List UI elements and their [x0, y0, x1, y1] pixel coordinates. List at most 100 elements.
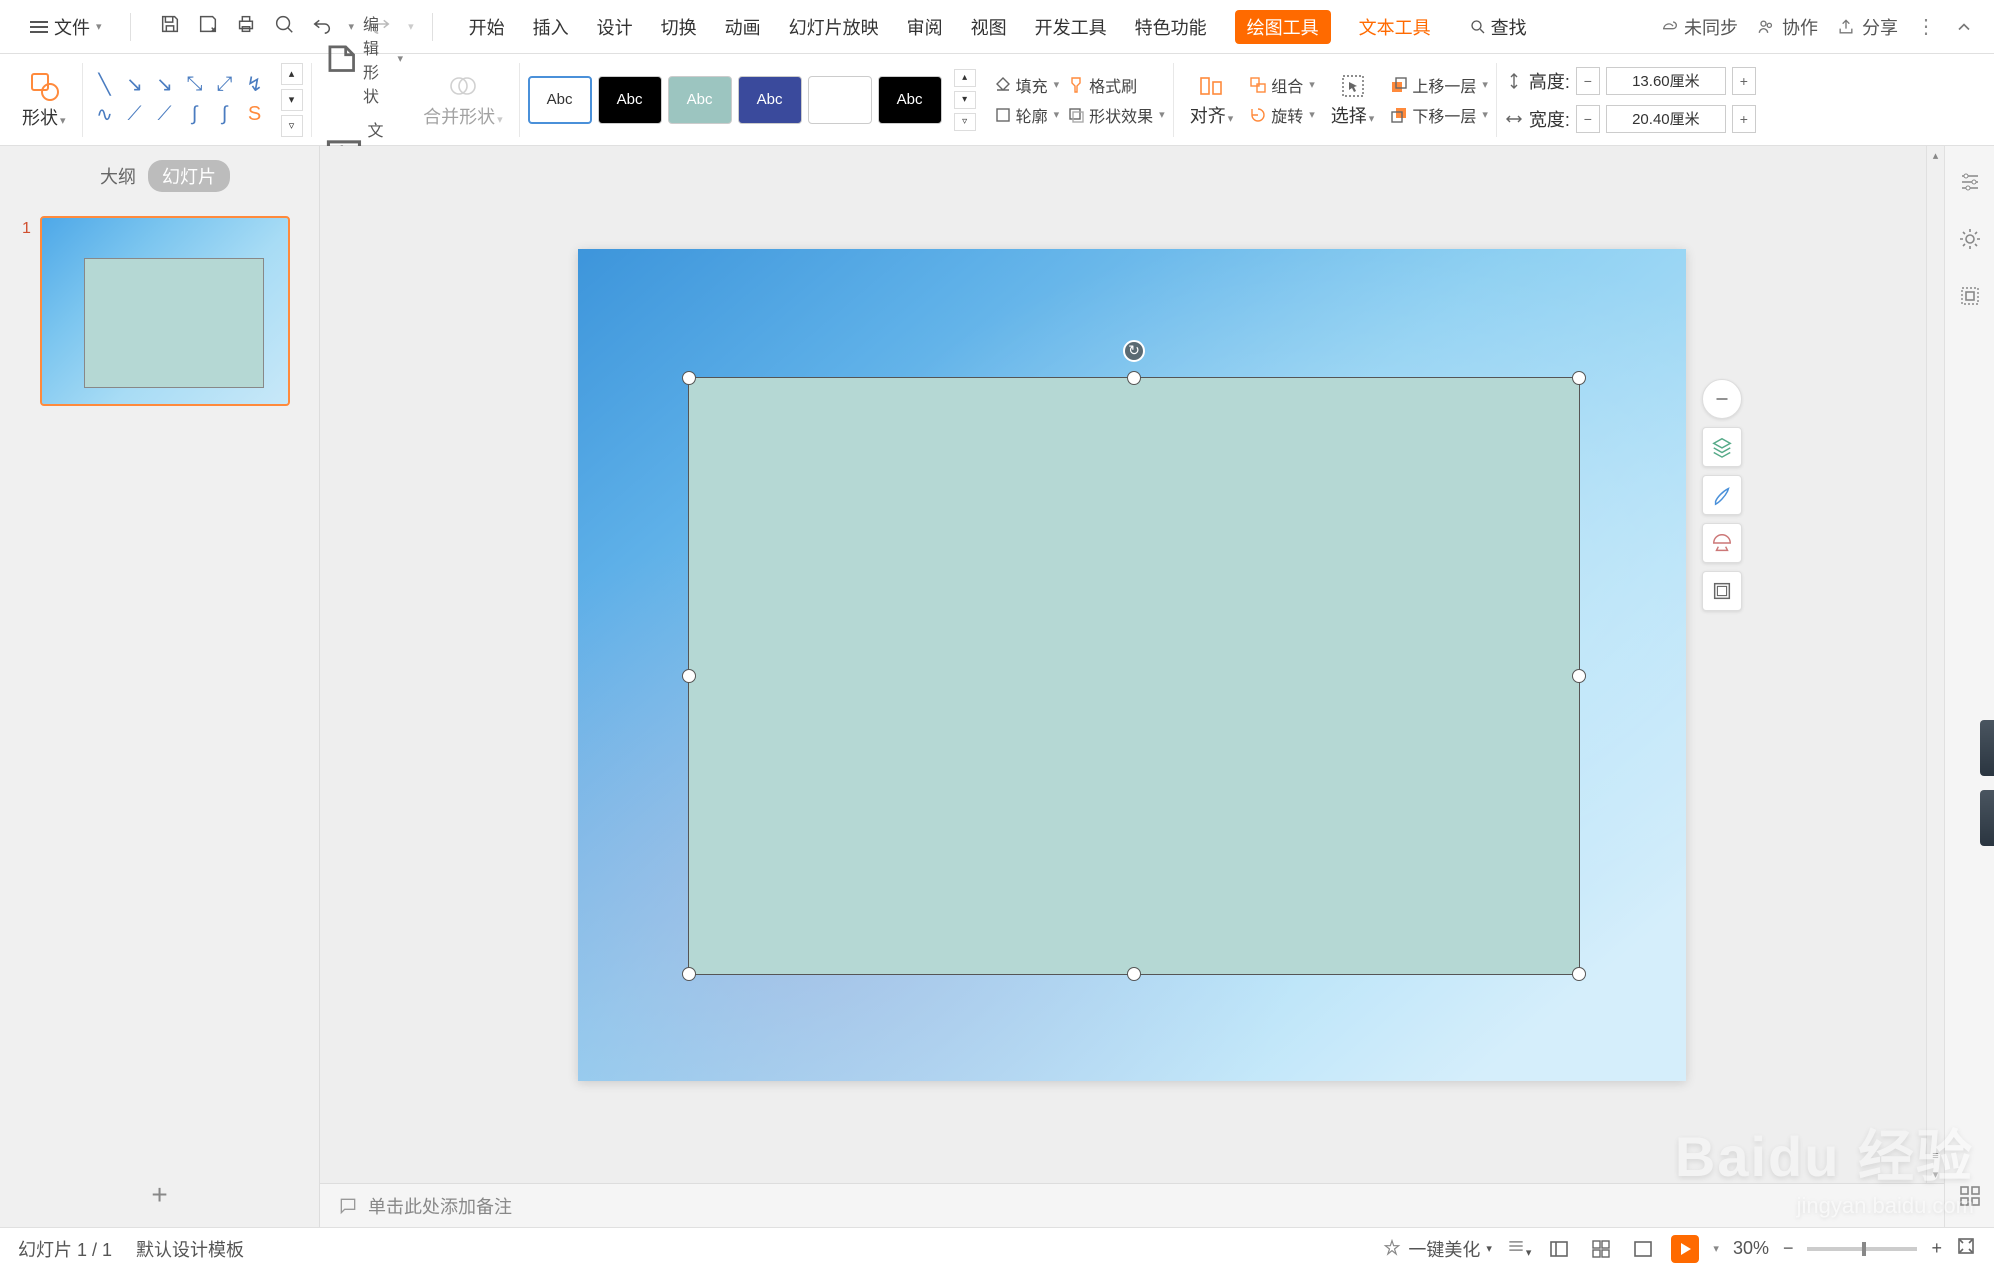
scroll-up-icon[interactable]: ▴ [1927, 146, 1944, 164]
scroll-down-icon[interactable]: ▾ [1927, 1165, 1944, 1183]
resize-handle-l[interactable] [682, 669, 696, 683]
lines-gallery[interactable]: ╲↘↘⤡⤢↯ ∿⟋⟋∫∫S [91, 71, 269, 129]
float-image-icon[interactable] [1702, 571, 1742, 611]
style-up-icon[interactable]: ▴ [954, 69, 976, 87]
view-reading-icon[interactable] [1629, 1235, 1657, 1263]
tab-features[interactable]: 特色功能 [1135, 14, 1207, 40]
float-layers-icon[interactable] [1702, 427, 1742, 467]
scroll-prev-icon[interactable]: ≡ [1927, 1147, 1944, 1165]
resize-handle-r[interactable] [1572, 669, 1586, 683]
file-menu[interactable]: 文件 ▾ [20, 10, 112, 44]
view-play-icon[interactable] [1671, 1235, 1699, 1263]
style-more-icon[interactable]: ▿ [954, 113, 976, 131]
send-backward-button[interactable]: 下移一层 [1390, 103, 1488, 127]
select-button[interactable]: 选择 [1323, 60, 1383, 139]
float-collapse-icon[interactable] [1702, 379, 1742, 419]
share-button[interactable]: 分享 [1836, 14, 1898, 40]
width-input[interactable]: 20.40厘米 [1606, 105, 1726, 133]
rail-gear-icon[interactable] [1958, 227, 1982, 256]
tab-drawing-tools[interactable]: 绘图工具 [1235, 10, 1331, 44]
group-button[interactable]: 组合 [1249, 73, 1315, 97]
style-2[interactable]: Abc [598, 76, 662, 124]
style-down-icon[interactable]: ▾ [954, 91, 976, 109]
resize-handle-t[interactable] [1127, 371, 1141, 385]
menu-icon[interactable]: ▾ [1506, 1236, 1532, 1261]
fill-button[interactable]: 填充 [994, 73, 1060, 97]
shapes-group[interactable]: 形状 [14, 60, 74, 139]
view-normal-icon[interactable] [1545, 1235, 1573, 1263]
tab-design[interactable]: 设计 [597, 14, 633, 40]
resize-handle-tr[interactable] [1572, 371, 1586, 385]
save-icon[interactable] [159, 13, 181, 40]
more-icon[interactable]: ⋮ [1916, 14, 1936, 39]
add-slide-button[interactable]: + [151, 1179, 167, 1211]
zoom-slider[interactable] [1807, 1247, 1917, 1251]
vertical-scrollbar[interactable]: ▴ ≡ ▾ [1926, 146, 1944, 1183]
width-plus[interactable]: + [1732, 105, 1756, 133]
selected-rectangle[interactable]: ↻ [688, 377, 1580, 975]
canvas-area: ↻ 单击此处添加备注 [320, 146, 1944, 1227]
float-brush-icon[interactable] [1702, 475, 1742, 515]
tab-animation[interactable]: 动画 [725, 14, 761, 40]
find-button[interactable]: 查找 [1469, 14, 1527, 40]
edge-tab-2[interactable] [1980, 790, 1994, 846]
save-as-icon[interactable] [197, 13, 219, 40]
tab-view[interactable]: 视图 [971, 14, 1007, 40]
style-4[interactable]: Abc [738, 76, 802, 124]
tab-insert[interactable]: 插入 [533, 14, 569, 40]
slide-thumbnail-1[interactable] [40, 216, 290, 406]
rail-grid-icon[interactable] [1958, 1184, 1982, 1213]
gallery-more-icon[interactable]: ▿ [281, 115, 303, 137]
outline-button[interactable]: 轮廓 [994, 103, 1060, 127]
shape-effects-button[interactable]: 形状效果 [1067, 103, 1165, 127]
tab-text-tools[interactable]: 文本工具 [1359, 14, 1431, 40]
outline-tab[interactable]: 大纲 [100, 163, 136, 189]
style-1[interactable]: Abc [528, 76, 592, 124]
file-label: 文件 [54, 14, 90, 40]
tab-transition[interactable]: 切换 [661, 14, 697, 40]
zoom-value[interactable]: 30% [1733, 1238, 1769, 1259]
beautify-button[interactable]: 一键美化▾ [1382, 1236, 1492, 1262]
edit-shape-button[interactable]: 编辑形状 [320, 9, 408, 109]
resize-handle-br[interactable] [1572, 967, 1586, 981]
rail-settings-icon[interactable] [1958, 170, 1982, 199]
rotate-button[interactable]: 旋转 [1249, 103, 1315, 127]
print-preview-icon[interactable] [273, 13, 295, 40]
rotate-handle[interactable]: ↻ [1123, 340, 1145, 362]
collapse-ribbon-icon[interactable] [1954, 17, 1974, 37]
bring-forward-button[interactable]: 上移一层 [1390, 73, 1488, 97]
resize-handle-tl[interactable] [682, 371, 696, 385]
view-sorter-icon[interactable] [1587, 1235, 1615, 1263]
gallery-down-icon[interactable]: ▾ [281, 89, 303, 111]
fit-icon[interactable] [1956, 1236, 1976, 1261]
height-plus[interactable]: + [1732, 67, 1756, 95]
sync-status[interactable]: 未同步 [1658, 14, 1738, 40]
rail-select-icon[interactable] [1958, 284, 1982, 313]
gallery-up-icon[interactable]: ▴ [281, 63, 303, 85]
width-minus[interactable]: − [1576, 105, 1600, 133]
style-6[interactable]: Abc [878, 76, 942, 124]
zoom-in[interactable]: + [1931, 1238, 1942, 1259]
float-shape-icon[interactable] [1702, 523, 1742, 563]
merge-shapes-button[interactable]: 合并形状 [415, 60, 511, 139]
style-5[interactable] [808, 76, 872, 124]
format-painter-button[interactable]: 格式刷 [1067, 73, 1165, 97]
align-button[interactable]: 对齐 [1182, 60, 1242, 139]
resize-handle-bl[interactable] [682, 967, 696, 981]
print-icon[interactable] [235, 13, 257, 40]
redo-icon[interactable] [370, 13, 392, 40]
slide-canvas[interactable]: ↻ [578, 249, 1686, 1081]
tab-slideshow[interactable]: 幻灯片放映 [789, 14, 879, 40]
notes-bar[interactable]: 单击此处添加备注 [320, 1183, 1944, 1227]
resize-handle-b[interactable] [1127, 967, 1141, 981]
tab-devtools[interactable]: 开发工具 [1035, 14, 1107, 40]
edge-tab-1[interactable] [1980, 720, 1994, 776]
tab-review[interactable]: 审阅 [907, 14, 943, 40]
tab-home[interactable]: 开始 [469, 14, 505, 40]
height-minus[interactable]: − [1576, 67, 1600, 95]
slides-tab[interactable]: 幻灯片 [148, 160, 230, 192]
collab-button[interactable]: 协作 [1756, 14, 1818, 40]
height-input[interactable]: 13.60厘米 [1606, 67, 1726, 95]
zoom-out[interactable]: − [1783, 1238, 1794, 1259]
style-3[interactable]: Abc [668, 76, 732, 124]
